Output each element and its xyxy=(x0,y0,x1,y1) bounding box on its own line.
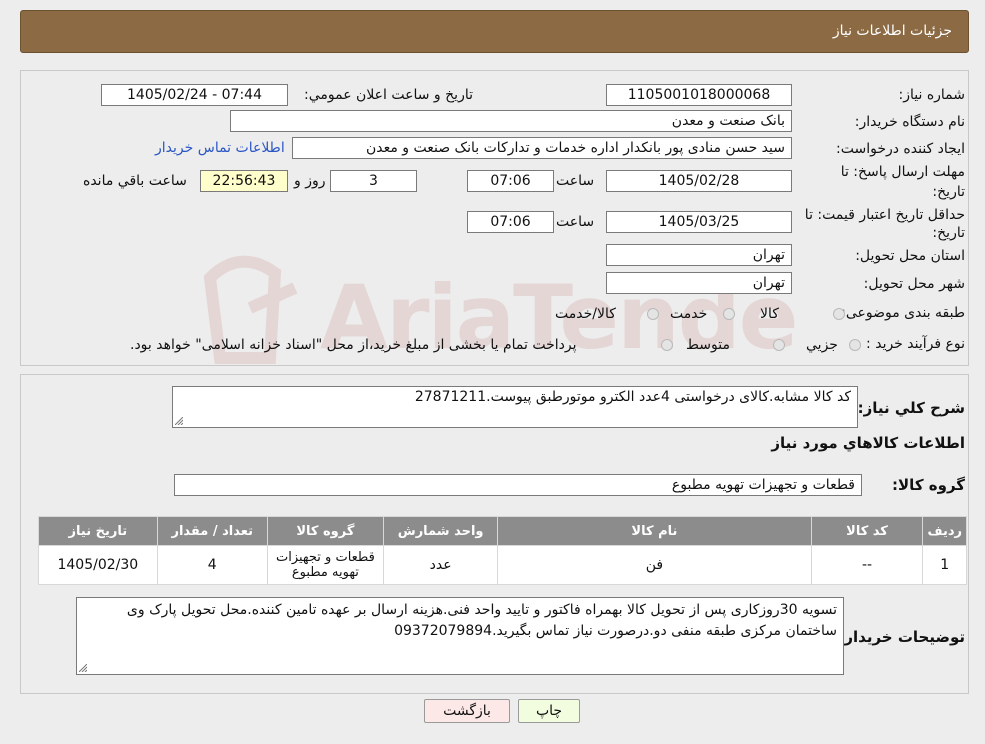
back-button[interactable]: بازگشت xyxy=(424,699,510,723)
buyer-notes-textarea[interactable]: تسویه 30روزکاری پس از تحویل کالا بهمراه … xyxy=(76,597,844,675)
description-textarea[interactable]: کد کالا مشابه.کالای درخواستی 4عدد الکترو… xyxy=(172,386,858,428)
cell-row-number: 1 xyxy=(923,546,966,584)
page-title: جزئیات اطلاعات نیاز xyxy=(832,23,952,39)
process-radio-minor[interactable] xyxy=(849,339,861,351)
col-goods-name: نام کالا xyxy=(498,517,811,545)
buyer-contact-link[interactable]: اطلاعات تماس خريدار xyxy=(155,140,285,156)
deadline-label: مهلت ارسال پاسخ: تا xyxy=(840,164,965,180)
page-header: جزئیات اطلاعات نیاز xyxy=(20,10,969,53)
province-label: استان محل تحويل: xyxy=(855,248,965,264)
buyer-notes-text: تسویه 30روزکاری پس از تحویل کالا بهمراه … xyxy=(126,602,837,639)
table-row: 1 -- فن عدد قطعات و تجهيزات تهويه مطبوع … xyxy=(39,546,966,584)
cell-goods-code: -- xyxy=(811,546,923,584)
table-header-row: رديف کد کالا نام کالا واحد شمارش گروه کا… xyxy=(39,517,966,545)
description-text: کد کالا مشابه.کالای درخواستی 4عدد الکترو… xyxy=(414,389,851,405)
deadline-label-date: تاريخ: xyxy=(932,184,965,200)
buyer-org-label: نام دستگاه خريدار: xyxy=(854,114,965,130)
col-quantity: تعداد / مقدار xyxy=(157,517,267,545)
goods-section-title: اطلاعات کالاهاي مورد نياز xyxy=(771,434,965,452)
category-option-service: خدمت xyxy=(670,306,708,322)
days-remaining-field: 3 xyxy=(330,170,417,192)
print-button[interactable]: چاپ xyxy=(518,699,580,723)
province-field: تهران xyxy=(606,244,792,266)
creator-label: ايجاد کننده درخواست: xyxy=(836,141,965,157)
resize-handle-icon[interactable] xyxy=(79,664,87,672)
need-number-field: 1105001018000068 xyxy=(606,84,792,106)
buyer-notes-label: توضيحات خريدار: xyxy=(838,628,965,646)
validity-label-date: تاريخ: xyxy=(932,225,965,241)
category-label: طبقه بندی موضوعی: xyxy=(841,305,965,321)
category-option-goods: کالا xyxy=(760,306,779,322)
goods-group-field: قطعات و تجهيزات تهويه مطبوع xyxy=(174,474,862,496)
creator-field: سید حسن منادی پور بانکدار اداره خدمات و … xyxy=(292,137,792,159)
deadline-date-field: 1405/02/28 xyxy=(606,170,792,192)
cell-goods-group: قطعات و تجهيزات تهويه مطبوع xyxy=(267,546,383,584)
process-option-medium: متوسط xyxy=(686,337,730,353)
process-label: نوع فرآيند خريد : xyxy=(866,336,965,352)
city-label: شهر محل تحويل: xyxy=(863,276,965,292)
days-label: روز و xyxy=(294,173,326,189)
process-radio-medium[interactable] xyxy=(773,339,785,351)
cell-unit: عدد xyxy=(383,546,498,584)
remaining-time-field: 22:56:43 xyxy=(200,170,288,192)
process-radio-treasury[interactable] xyxy=(661,339,673,351)
col-unit: واحد شمارش xyxy=(383,517,498,545)
col-goods-group: گروه کالا xyxy=(267,517,383,545)
resize-handle-icon[interactable] xyxy=(175,417,183,425)
items-table: رديف کد کالا نام کالا واحد شمارش گروه کا… xyxy=(38,516,967,585)
col-need-date: تاريخ نياز xyxy=(39,517,157,545)
process-note: پرداخت تمام يا بخشی از مبلغ خريد،از محل … xyxy=(130,337,577,353)
validity-date-field: 1405/03/25 xyxy=(606,211,792,233)
validity-label: حداقل تاريخ اعتبار قيمت: تا xyxy=(804,207,965,223)
announce-datetime-field: 1405/02/24 - 07:44 xyxy=(101,84,288,106)
category-option-goods-service: کالا/خدمت xyxy=(555,306,616,322)
buyer-org-field: بانک صنعت و معدن xyxy=(230,110,792,132)
deadline-time-field: 07:06 xyxy=(467,170,554,192)
category-radio-goods-service[interactable] xyxy=(647,308,659,320)
cell-need-date: 1405/02/30 xyxy=(39,546,157,584)
description-label: شرح کلي نياز: xyxy=(857,399,965,417)
category-radio-goods[interactable] xyxy=(833,308,845,320)
announce-label: تاریخ و ساعت اعلان عمومي: xyxy=(304,87,473,103)
process-option-minor: جزيي xyxy=(806,337,838,353)
col-goods-code: کد کالا xyxy=(811,517,923,545)
deadline-time-label: ساعت xyxy=(556,173,595,189)
validity-time-field: 07:06 xyxy=(467,211,554,233)
cell-quantity: 4 xyxy=(157,546,267,584)
validity-time-label: ساعت xyxy=(556,214,595,230)
goods-group-label: گروه کالا: xyxy=(892,476,965,494)
need-number-label: شماره نیاز: xyxy=(898,87,966,103)
remaining-label: ساعت باقي مانده xyxy=(83,173,187,189)
col-row-number: رديف xyxy=(923,517,966,545)
city-field: تهران xyxy=(606,272,792,294)
category-radio-service[interactable] xyxy=(723,308,735,320)
cell-goods-name: فن xyxy=(498,546,811,584)
